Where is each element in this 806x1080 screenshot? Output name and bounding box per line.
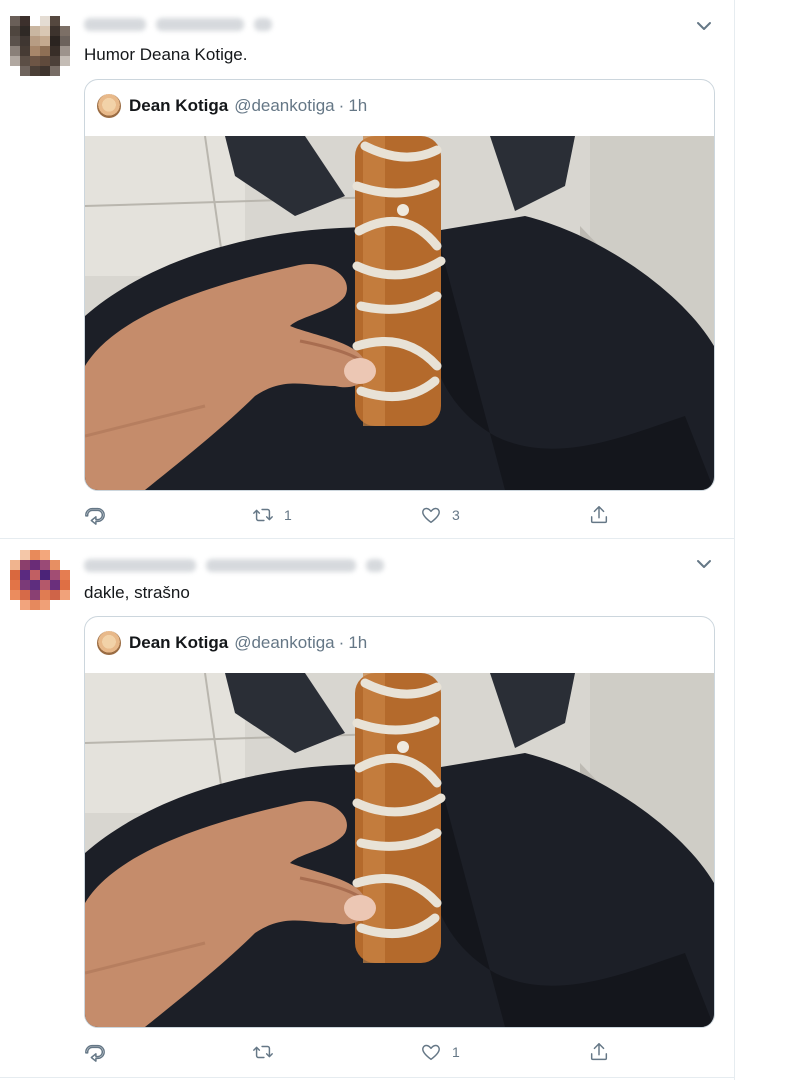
avatar[interactable] xyxy=(10,550,70,610)
like-count: 3 xyxy=(452,507,460,523)
retweet-button[interactable] xyxy=(252,1040,284,1064)
author-name-redacted[interactable] xyxy=(84,16,272,32)
like-button[interactable]: 1 xyxy=(420,1040,460,1064)
quoted-author-handle[interactable]: @deankotiga xyxy=(234,96,334,116)
tweet-actions: 1 3 xyxy=(84,503,624,527)
share-button[interactable] xyxy=(588,503,610,527)
reply-button[interactable] xyxy=(84,503,116,527)
retweet-count: 1 xyxy=(284,507,292,523)
retweet-icon xyxy=(252,1041,274,1063)
retweet-icon xyxy=(252,504,274,526)
avatar[interactable] xyxy=(10,16,70,76)
quoted-author-name[interactable]: Dean Kotiga xyxy=(129,633,228,653)
quoted-media-photo[interactable] xyxy=(85,673,714,1027)
chevron-down-icon[interactable] xyxy=(694,554,714,574)
retweet-button[interactable]: 1 xyxy=(252,503,292,527)
reply-button[interactable] xyxy=(84,1040,116,1064)
quoted-avatar[interactable] xyxy=(97,94,121,118)
tweet-text: dakle, strašno xyxy=(84,583,190,602)
like-count: 1 xyxy=(452,1044,460,1060)
heart-icon xyxy=(420,504,442,526)
tweet[interactable]: dakle, strašno Dean Kotiga @deankotiga ·… xyxy=(0,539,734,1078)
separator-dot: · xyxy=(338,96,345,115)
author-name-redacted[interactable] xyxy=(84,557,384,573)
share-icon xyxy=(588,504,610,526)
quoted-tweet[interactable]: Dean Kotiga @deankotiga · 1h xyxy=(84,616,715,1028)
share-icon xyxy=(588,1041,610,1063)
separator-dot: · xyxy=(338,633,345,652)
quoted-avatar[interactable] xyxy=(97,631,121,655)
quoted-tweet[interactable]: Dean Kotiga @deankotiga · 1h xyxy=(84,79,715,491)
tweet-text: Humor Deana Kotige. xyxy=(84,45,248,64)
chevron-down-icon[interactable] xyxy=(694,16,714,36)
like-button[interactable]: 3 xyxy=(420,503,460,527)
quoted-timestamp[interactable]: 1h xyxy=(348,633,367,653)
quoted-author-handle[interactable]: @deankotiga xyxy=(234,633,334,653)
quoted-timestamp[interactable]: 1h xyxy=(348,96,367,116)
heart-icon xyxy=(420,1041,442,1063)
timeline: Humor Deana Kotige. Dean Kotiga @deankot… xyxy=(0,0,735,1080)
reply-icon xyxy=(84,504,106,526)
quoted-tweet-header: Dean Kotiga @deankotiga · 1h xyxy=(97,94,367,118)
quoted-media-photo[interactable] xyxy=(85,136,714,490)
share-button[interactable] xyxy=(588,1040,610,1064)
quoted-author-name[interactable]: Dean Kotiga xyxy=(129,96,228,116)
tweet-actions: 1 xyxy=(84,1040,624,1064)
quoted-tweet-header: Dean Kotiga @deankotiga · 1h xyxy=(97,631,367,655)
reply-icon xyxy=(84,1041,106,1063)
tweet[interactable]: Humor Deana Kotige. Dean Kotiga @deankot… xyxy=(0,0,734,539)
